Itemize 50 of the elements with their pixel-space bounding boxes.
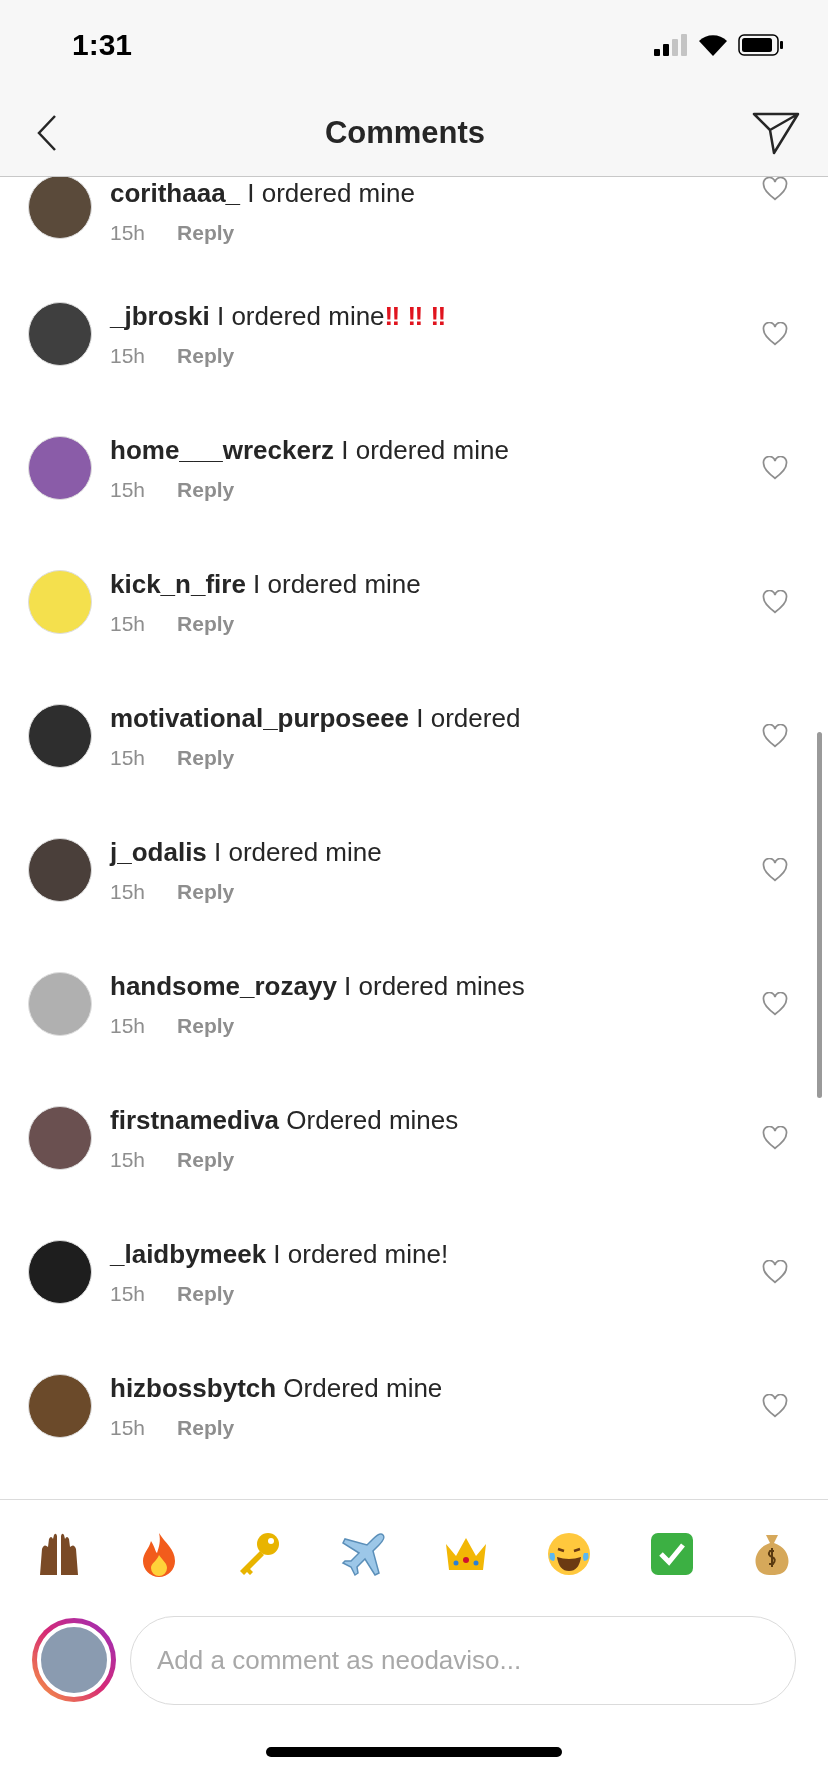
reply-button[interactable]: Reply [177,221,235,245]
reply-button[interactable]: Reply [177,478,235,502]
comment-text: j_odalis I ordered mine [110,836,383,868]
reply-button[interactable]: Reply [177,1014,235,1038]
comment-text: firstnamediva Ordered mines [110,1104,460,1136]
laughing-face-icon[interactable] [546,1531,593,1577]
comment-text: home___wreckerz I ordered mine [110,434,510,466]
reply-button[interactable]: Reply [177,880,235,904]
heart-icon[interactable] [762,724,788,748]
heart-icon[interactable] [762,1394,788,1418]
comment-text: kick_n_fire I ordered mine [110,568,422,600]
page-title: Comments [324,115,486,151]
reply-button[interactable]: Reply [177,1282,235,1306]
comment-text: motivational_purposeee I ordered [110,702,522,734]
reply-button[interactable]: Reply [177,344,235,368]
reply-button[interactable]: Reply [177,612,235,636]
heart-icon[interactable] [762,322,788,346]
check-box-icon[interactable] [648,1531,695,1577]
comment-text: handsome_rozayy I ordered mines [110,970,526,1002]
battery-icon [738,34,784,56]
comment-input[interactable]: Add a comment as neodaviso... [130,1615,796,1705]
comment-time: 15h [110,344,146,368]
comment-text: _laidbymeek I ordered mine! [110,1238,450,1270]
comment-time: 15h [110,612,146,636]
reply-button[interactable]: Reply [177,1416,235,1440]
comment-time: 15h [110,746,146,770]
back-icon [36,114,58,152]
comment-text: hizbossbytch Ordered mine [110,1372,444,1404]
heart-icon[interactable] [762,1126,788,1150]
heart-icon[interactable] [762,1260,788,1284]
heart-icon[interactable] [762,590,788,614]
wifi-icon [698,34,728,56]
comment-time: 15h [110,478,146,502]
comment-text: corithaaa_ I ordered mine [110,177,416,209]
comment-time: 15h [110,880,146,904]
comment-time: 15h [110,1148,146,1172]
heart-icon[interactable] [762,456,788,480]
comment-time: 15h [110,1416,146,1440]
reply-button[interactable]: Reply [177,746,235,770]
signal-icon [654,34,688,56]
status-time: 1:31 [72,28,133,62]
comment-time: 15h [110,1282,146,1306]
comment-time: 15h [110,1014,146,1038]
reply-button[interactable]: Reply [177,1148,235,1172]
comment-time: 15h [110,221,146,245]
heart-icon[interactable] [762,177,788,201]
paper-plane-icon [752,111,800,155]
heart-icon[interactable] [762,992,788,1016]
heart-icon[interactable] [762,858,788,882]
comment-text: _jbroski I ordered mine‼ ‼ ‼ [110,300,448,332]
